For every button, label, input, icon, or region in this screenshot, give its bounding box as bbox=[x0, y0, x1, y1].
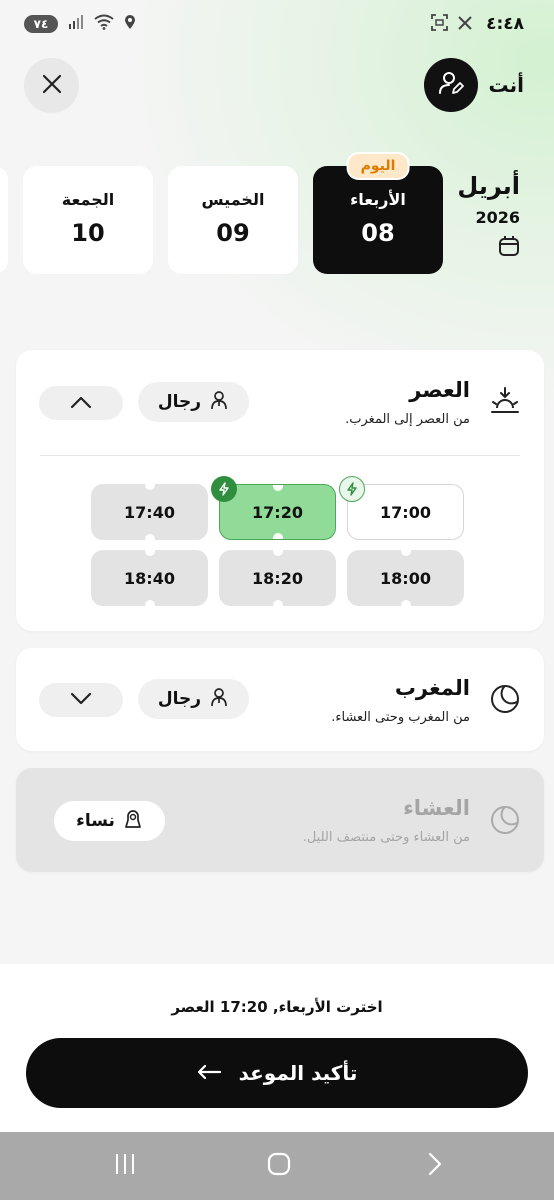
period-card-isha: العشاء من العشاء وحتى منتصف الليل. نساء bbox=[16, 768, 544, 872]
month-selector[interactable]: أبريل 2026 bbox=[457, 172, 520, 261]
bottom-sheet: اخترت الأربعاء, 17:20 العصر تأكيد الموعد bbox=[0, 964, 554, 1132]
user-edit-icon bbox=[438, 70, 465, 100]
back-icon bbox=[427, 1152, 443, 1180]
gender-label: نساء bbox=[76, 811, 115, 831]
moon-icon bbox=[490, 684, 520, 718]
expand-button[interactable] bbox=[39, 683, 123, 717]
close-button[interactable] bbox=[24, 58, 79, 113]
slot-time: 17:00 bbox=[380, 502, 431, 522]
period-title: العصر bbox=[409, 378, 470, 402]
period-card-asr: العصر من العصر إلى المغرب. رجال 17:00 17… bbox=[16, 350, 544, 631]
gender-label: رجال bbox=[157, 392, 202, 412]
slot-time: 17:20 bbox=[252, 502, 303, 522]
status-bar: ٤:٤٨ ٧٤ bbox=[0, 0, 554, 50]
confirm-label: تأكيد الموعد bbox=[238, 1061, 358, 1085]
time-slot[interactable]: 17:00 bbox=[339, 476, 464, 540]
man-icon bbox=[209, 687, 229, 712]
confirm-appointment-button[interactable]: تأكيد الموعد bbox=[26, 1038, 528, 1108]
back-button[interactable] bbox=[418, 1150, 452, 1182]
avatar[interactable] bbox=[424, 58, 479, 112]
gender-filter-men[interactable]: رجال bbox=[138, 679, 249, 719]
slot-time: 18:20 bbox=[252, 568, 303, 588]
period-card-maghrib[interactable]: المغرب من المغرب وحتى العشاء. رجال bbox=[16, 648, 544, 751]
day-name: الأربعاء bbox=[350, 190, 406, 209]
period-subtitle: من العشاء وحتى منتصف الليل. bbox=[302, 830, 470, 845]
today-badge: اليوم bbox=[346, 152, 410, 180]
home-button[interactable] bbox=[262, 1150, 296, 1182]
man-icon bbox=[209, 390, 229, 415]
day-card-friday[interactable]: الجمعة 10 bbox=[23, 166, 153, 274]
gender-filter-men[interactable]: رجال bbox=[138, 382, 249, 422]
period-title: العشاء bbox=[403, 796, 470, 820]
chevron-down-icon bbox=[70, 691, 92, 710]
day-number: 10 bbox=[71, 219, 105, 247]
slot-time: 18:00 bbox=[380, 568, 431, 588]
day-name: الجمعة bbox=[61, 190, 115, 209]
gender-label: رجال bbox=[157, 689, 202, 709]
user-profile[interactable]: أنت bbox=[424, 58, 524, 112]
year: 2026 bbox=[475, 208, 520, 227]
arrow-left-icon bbox=[197, 1061, 221, 1085]
time-slot-selected[interactable]: 17:20 bbox=[211, 476, 336, 540]
user-label: أنت bbox=[488, 73, 524, 97]
recent-apps-icon bbox=[113, 1153, 137, 1179]
time-slot[interactable]: 18:40 bbox=[91, 550, 208, 606]
period-subtitle: من المغرب وحتى العشاء. bbox=[331, 710, 470, 725]
battery-indicator: ٧٤ bbox=[24, 15, 58, 33]
day-card-partial[interactable] bbox=[0, 166, 8, 274]
wifi-icon bbox=[94, 14, 114, 34]
signal-icon bbox=[68, 14, 84, 34]
location-icon bbox=[124, 14, 136, 34]
time-slot[interactable]: 17:40 bbox=[91, 484, 208, 540]
day-name: الخميس bbox=[201, 190, 265, 209]
recent-apps-button[interactable] bbox=[108, 1150, 142, 1182]
day-number: 08 bbox=[361, 219, 395, 247]
day-card-wednesday[interactable]: اليوم الأربعاء 08 bbox=[313, 152, 443, 274]
x-logo-icon bbox=[458, 15, 472, 34]
status-time: ٤:٤٨ bbox=[486, 14, 524, 34]
lightning-icon bbox=[339, 476, 365, 502]
selection-summary: اخترت الأربعاء, 17:20 العصر bbox=[171, 998, 383, 1016]
woman-icon bbox=[123, 809, 143, 834]
close-icon bbox=[42, 74, 62, 98]
day-number: 09 bbox=[216, 219, 250, 247]
time-slot[interactable]: 18:00 bbox=[347, 550, 464, 606]
system-nav-bar bbox=[0, 1132, 554, 1200]
home-icon bbox=[267, 1152, 291, 1180]
chevron-up-icon bbox=[70, 394, 92, 413]
period-title: المغرب bbox=[394, 676, 470, 700]
period-subtitle: من العصر إلى المغرب. bbox=[345, 412, 470, 427]
month-name: أبريل bbox=[457, 172, 520, 200]
slot-time: 18:40 bbox=[124, 568, 175, 588]
calendar-icon[interactable] bbox=[498, 235, 520, 261]
slot-time: 17:40 bbox=[124, 502, 175, 522]
screenshot-icon bbox=[431, 14, 448, 35]
gender-filter-women: نساء bbox=[54, 801, 165, 841]
lightning-icon bbox=[211, 476, 237, 502]
divider bbox=[40, 455, 520, 456]
day-card-thursday[interactable]: الخميس 09 bbox=[168, 166, 298, 274]
moon-icon bbox=[490, 805, 520, 839]
collapse-button[interactable] bbox=[39, 386, 123, 420]
time-slot[interactable]: 18:20 bbox=[219, 550, 336, 606]
sunset-icon bbox=[490, 386, 520, 420]
